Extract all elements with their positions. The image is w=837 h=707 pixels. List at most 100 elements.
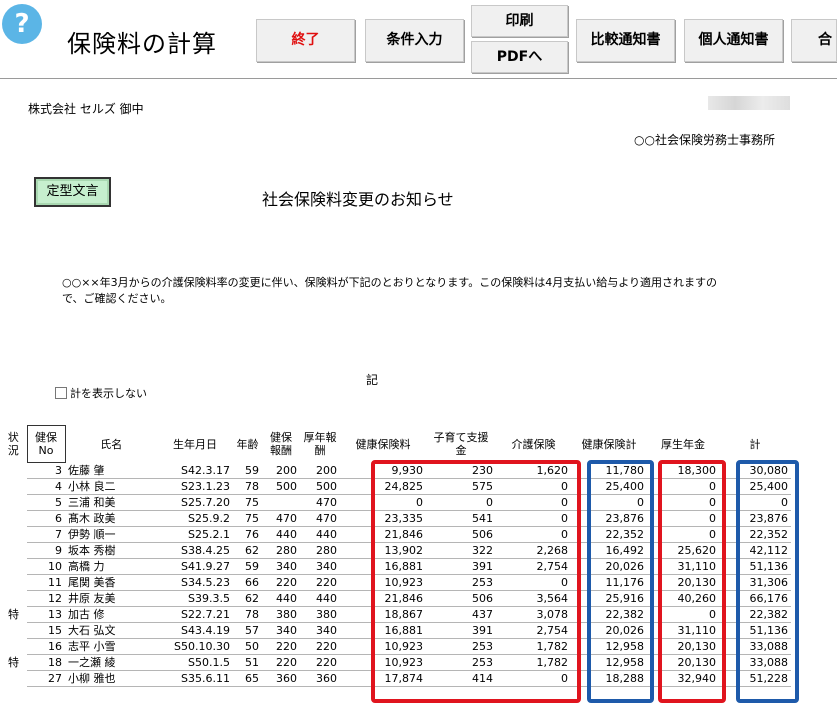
row-kosei-salary: 340 (300, 622, 340, 639)
company-name: 株式会社 セルズ 御中 (28, 102, 144, 116)
row-age: 66 (233, 574, 262, 591)
row-birth: S41.9.27 (157, 558, 233, 575)
row-kenpo-salary: 440 (262, 590, 300, 607)
row-name: 佐藤 肇 (65, 462, 157, 479)
row-age: 59 (233, 558, 262, 575)
row-kenpo-no: 12 (27, 590, 65, 607)
row-status (0, 511, 27, 527)
row-kenpo-salary: 360 (262, 670, 300, 687)
row-kenpo-salary (262, 494, 300, 511)
row-kenpo-no: 6 (27, 510, 65, 527)
row-birth: S25.2.1 (157, 526, 233, 543)
row-status (0, 623, 27, 639)
personal-notice-button[interactable]: 個人通知書 (684, 19, 783, 62)
col-age: 年齢 (236, 437, 259, 451)
row-age: 59 (233, 462, 262, 479)
condition-input-button[interactable]: 条件入力 (365, 19, 464, 62)
row-age: 57 (233, 622, 262, 639)
row-status (0, 479, 27, 495)
row-age: 65 (233, 670, 262, 687)
row-kenpo-salary: 380 (262, 606, 300, 623)
row-kenpo-no: 27 (27, 670, 65, 687)
row-kosei-salary: 360 (300, 670, 340, 687)
row-birth: S50.10.30 (157, 638, 233, 655)
row-birth: S39.3.5 (157, 590, 233, 607)
row-kosei-salary: 470 (300, 510, 340, 527)
row-kenpo-salary: 280 (262, 542, 300, 559)
col-care-ins: 介護保険 (511, 437, 556, 451)
office-name: ○○社会保険労務士事務所 (634, 133, 775, 147)
row-birth: S35.6.11 (157, 670, 233, 687)
notice-title: 社会保険料変更のお知らせ (262, 190, 454, 209)
row-name: 大石 弘文 (65, 622, 157, 639)
total-button[interactable]: 合計 (791, 19, 837, 62)
col-total: 計 (749, 437, 761, 451)
page-title: 保険料の計算 (67, 30, 217, 58)
row-kosei-salary: 340 (300, 558, 340, 575)
row-birth: S42.3.17 (157, 462, 233, 479)
row-age: 51 (233, 654, 262, 671)
row-age: 76 (233, 526, 262, 543)
row-kosei-salary: 280 (300, 542, 340, 559)
row-name: 井原 友美 (65, 590, 157, 607)
row-age: 78 (233, 606, 262, 623)
exit-button[interactable]: 終了 (256, 19, 355, 62)
row-name: 一之瀬 綾 (65, 654, 157, 671)
row-kosei-salary: 220 (300, 638, 340, 655)
row-kenpo-no: 15 (27, 622, 65, 639)
row-status (0, 559, 27, 575)
row-kosei-salary: 470 (300, 494, 340, 511)
pdf-button[interactable]: PDFへ (471, 41, 568, 73)
help-icon[interactable]: ? (2, 4, 42, 44)
row-birth: S25.7.20 (157, 494, 233, 511)
row-name: 尾関 美香 (65, 574, 157, 591)
col-name: 氏名 (100, 437, 123, 451)
row-birth: S34.5.23 (157, 574, 233, 591)
row-age: 78 (233, 478, 262, 495)
hide-total-checkbox[interactable] (55, 387, 67, 399)
row-kenpo-no: 11 (27, 574, 65, 591)
row-name: 髙木 政美 (65, 510, 157, 527)
row-age: 62 (233, 590, 262, 607)
row-birth: S22.7.21 (157, 606, 233, 623)
table-header-row: 状況 健保No 氏名 生年月日 年齢 健保報酬 厚年報酬 健康保険料 子育て支援… (0, 425, 791, 463)
row-kenpo-no: 3 (27, 462, 65, 479)
row-name: 小林 良二 (65, 478, 157, 495)
row-name: 加古 修 (65, 606, 157, 623)
row-name: 小柳 雅也 (65, 670, 157, 687)
row-status (0, 591, 27, 607)
highlight-box-health-total (587, 460, 654, 703)
row-kenpo-no: 7 (27, 526, 65, 543)
row-kenpo-no: 16 (27, 638, 65, 655)
row-kosei-salary: 220 (300, 654, 340, 671)
row-kenpo-no: 18 (27, 654, 65, 671)
row-status (0, 639, 27, 655)
row-status: 特 (8, 608, 19, 621)
row-kosei-salary: 440 (300, 590, 340, 607)
row-kenpo-salary: 220 (262, 638, 300, 655)
row-age: 75 (233, 494, 262, 511)
row-status (0, 495, 27, 511)
print-button[interactable]: 印刷 (471, 5, 568, 37)
row-kenpo-salary: 440 (262, 526, 300, 543)
highlight-box-pension (658, 460, 726, 703)
row-kenpo-salary: 470 (262, 510, 300, 527)
row-birth: S50.1.5 (157, 654, 233, 671)
row-birth: S25.9.2 (157, 510, 233, 527)
row-name: 高橋 力 (65, 558, 157, 575)
row-status (0, 527, 27, 543)
template-text-button[interactable]: 定型文言 (34, 177, 111, 207)
row-kenpo-salary: 220 (262, 654, 300, 671)
compare-notice-button[interactable]: 比較通知書 (576, 19, 675, 62)
col-health-ins: 健康保険料 (355, 437, 411, 451)
row-kosei-salary: 380 (300, 606, 340, 623)
col-child-support: 子育て支援金 (433, 431, 489, 457)
row-birth: S38.4.25 (157, 542, 233, 559)
hide-total-label: 計を表示しない (70, 387, 147, 400)
row-kenpo-salary: 340 (262, 558, 300, 575)
col-kenpo-no[interactable]: 健保No (26, 425, 66, 463)
row-birth: S43.4.19 (157, 622, 233, 639)
row-kosei-salary: 200 (300, 462, 340, 479)
row-status (0, 463, 27, 479)
row-status (0, 671, 27, 687)
